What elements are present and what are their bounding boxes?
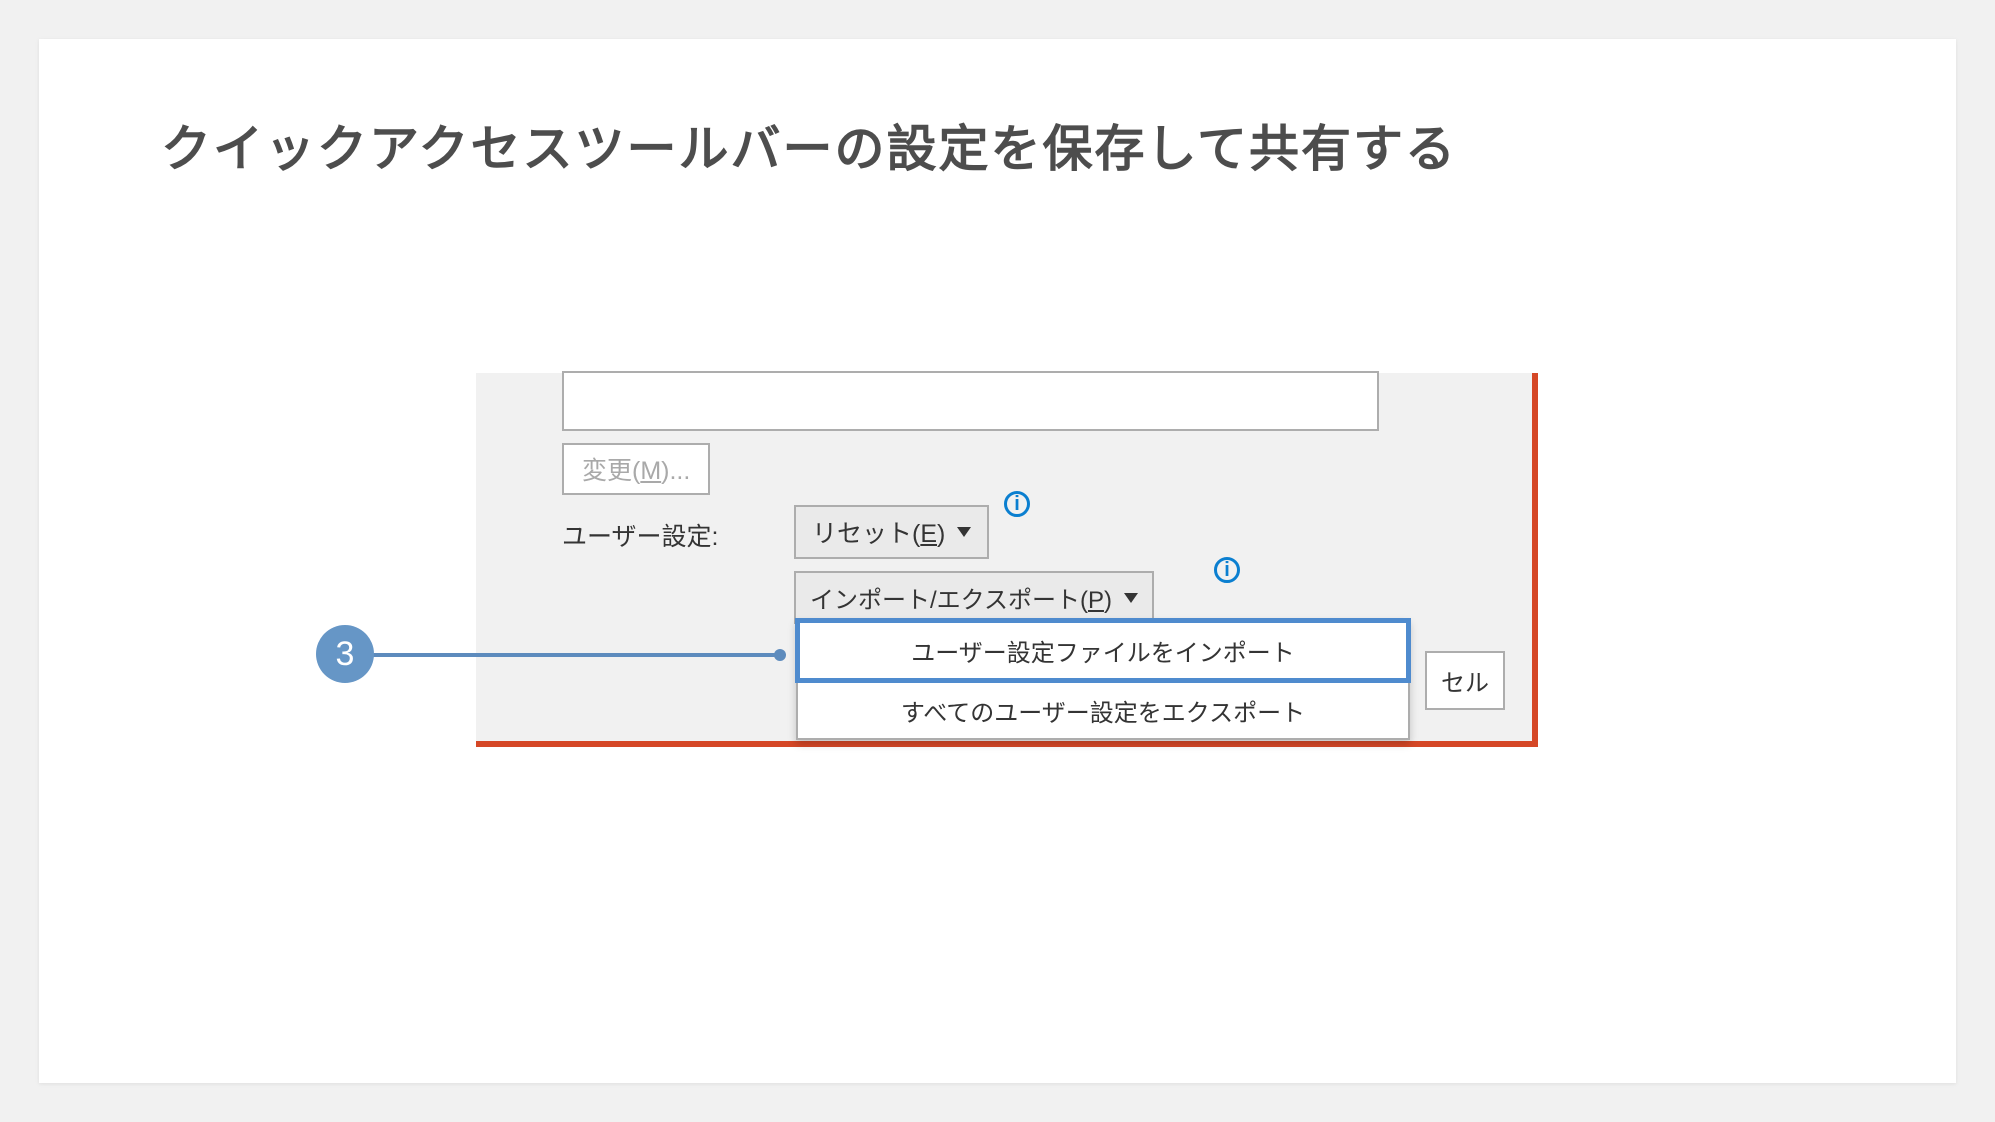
chevron-down-icon	[957, 527, 971, 537]
info-icon[interactable]	[1004, 491, 1030, 517]
import-export-dropdown: ユーザー設定ファイルをインポート すべてのユーザー設定をエクスポート	[796, 619, 1410, 740]
callout-line	[346, 653, 780, 657]
reset-menu-button[interactable]: リセット(E)	[794, 505, 989, 559]
modify-button-accel: M	[640, 457, 661, 485]
step-badge-3: 3	[316, 625, 374, 683]
cancel-button-partial[interactable]: セル	[1425, 651, 1505, 710]
dropdown-item-import[interactable]: ユーザー設定ファイルをインポート	[795, 618, 1411, 683]
dropdown-item-export[interactable]: すべてのユーザー設定をエクスポート	[798, 683, 1408, 738]
modify-button-text-after: )...	[661, 457, 690, 485]
import-export-menu-button[interactable]: インポート/エクスポート(P)	[794, 571, 1154, 624]
chevron-down-icon	[1124, 593, 1138, 603]
screenshot-crop: 変更(M)... ユーザー設定: リセット(E) インポート/エクスポート(P)…	[476, 373, 1538, 747]
slide-title: クイックアクセスツールバーの設定を保存して共有する	[161, 109, 1457, 181]
user-settings-label: ユーザー設定:	[562, 517, 718, 553]
reset-text-before: リセット(	[812, 520, 920, 548]
reset-accel: E	[920, 520, 937, 548]
impexp-accel: P	[1088, 587, 1104, 614]
reset-text-after: )	[937, 520, 945, 548]
modify-button-text-before: 変更(	[582, 457, 640, 485]
info-icon[interactable]	[1214, 557, 1240, 583]
empty-listbox[interactable]	[562, 371, 1379, 431]
impexp-text-before: インポート/エクスポート(	[810, 587, 1088, 614]
callout-dot	[774, 649, 786, 661]
impexp-text-after: )	[1104, 587, 1112, 614]
modify-button-disabled: 変更(M)...	[562, 443, 710, 495]
